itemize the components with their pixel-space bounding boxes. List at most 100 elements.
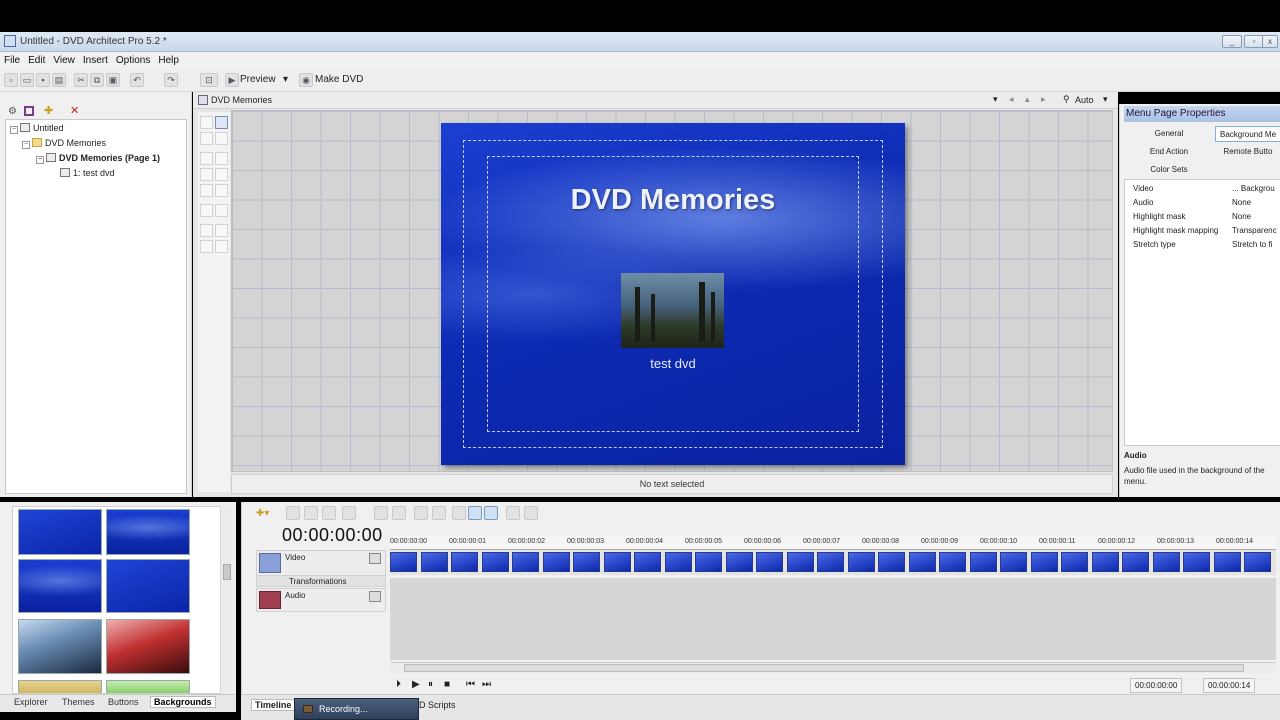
background-thumbnail[interactable] — [18, 619, 102, 674]
text-tool-icon[interactable] — [200, 132, 213, 145]
video-frame-thumbnail[interactable] — [786, 552, 814, 572]
maximize-button[interactable]: ▫ — [1244, 35, 1264, 48]
selection-end-time[interactable]: 00:00:00:14 — [1203, 678, 1256, 693]
background-thumbnail[interactable] — [106, 559, 190, 613]
background-thumbnail[interactable] — [18, 559, 102, 613]
menu-insert[interactable]: Insert — [79, 52, 112, 69]
go-to-end-icon[interactable]: ⏭ — [482, 679, 491, 690]
scrollbar-thumb[interactable] — [223, 564, 231, 580]
video-frame-thumbnail[interactable] — [817, 552, 844, 572]
copy-icon[interactable]: ⧉ — [90, 73, 104, 87]
video-frame-thumbnail[interactable] — [451, 552, 478, 572]
play-icon[interactable]: ▶ — [412, 679, 420, 690]
center-h-icon[interactable] — [200, 240, 213, 253]
button-thumbnail[interactable] — [621, 273, 724, 348]
open-icon[interactable]: ▭ — [20, 73, 34, 87]
select-tool-icon[interactable] — [200, 116, 213, 129]
video-frame-thumbnail[interactable] — [1152, 552, 1180, 572]
tree-root[interactable]: − Untitled — [10, 123, 64, 134]
video-frame-thumbnail[interactable] — [420, 552, 448, 572]
menu-edit[interactable]: Edit — [24, 52, 49, 69]
timeline-tool-icon[interactable] — [392, 506, 406, 520]
menu-file[interactable]: File — [0, 52, 24, 69]
align-left-icon[interactable] — [200, 152, 213, 165]
video-frame-thumbnail[interactable] — [878, 552, 905, 572]
minimize-button[interactable]: _ — [1222, 35, 1242, 48]
align-middle-icon[interactable] — [215, 168, 228, 181]
video-track-header[interactable]: Video — [256, 550, 386, 576]
property-row[interactable]: Video ... Backgrou — [1125, 182, 1280, 195]
media-icon[interactable] — [24, 106, 34, 116]
menu-view[interactable]: View — [49, 52, 79, 69]
tab-color-sets[interactable]: Color Sets — [1124, 162, 1214, 178]
video-frame-thumbnail[interactable] — [725, 552, 753, 572]
fit-icon[interactable]: ⊡ — [200, 73, 218, 87]
timeline-tool-icon[interactable] — [374, 506, 388, 520]
settings-icon[interactable]: ⚙ — [8, 106, 17, 117]
align-right-icon[interactable] — [200, 184, 213, 197]
distribute-h-icon[interactable] — [200, 224, 213, 237]
video-frame-thumbnail[interactable] — [1122, 552, 1149, 572]
gallery-scrollbar[interactable] — [220, 506, 232, 694]
background-thumbnail[interactable] — [106, 619, 190, 674]
up-icon[interactable]: ▴ — [1025, 94, 1030, 105]
align-center-icon[interactable] — [200, 168, 213, 181]
preview-icon[interactable]: ▶ — [225, 73, 239, 87]
cut-icon[interactable]: ✂ — [74, 73, 88, 87]
go-to-start-icon[interactable]: ⏮ — [466, 679, 475, 690]
grid-tool-icon[interactable] — [215, 116, 228, 129]
save-icon[interactable]: ▪ — [36, 73, 50, 87]
video-frame-thumbnail[interactable] — [634, 552, 661, 572]
timeline-tool-icon[interactable] — [304, 506, 318, 520]
property-row[interactable]: Audio None — [1125, 196, 1280, 209]
button-label[interactable]: test dvd — [441, 356, 905, 371]
add-track-icon[interactable]: ✚▾ — [256, 508, 269, 519]
video-frame-thumbnail[interactable] — [939, 552, 966, 572]
pause-icon[interactable]: ⏸ — [428, 679, 433, 690]
video-frame-thumbnail[interactable] — [390, 552, 417, 572]
property-row[interactable]: Stretch type Stretch to fi — [1125, 238, 1280, 251]
video-frame-thumbnail[interactable] — [847, 552, 875, 572]
timeline-scrollbar[interactable] — [390, 662, 1276, 673]
zoom-icon[interactable]: ⚲ — [1063, 94, 1070, 105]
timeline-tool-icon[interactable] — [432, 506, 446, 520]
same-width-icon[interactable] — [200, 204, 213, 217]
collapse-icon[interactable]: − — [10, 126, 18, 134]
track-menu-icon[interactable] — [369, 553, 381, 564]
property-value[interactable]: ... Backgrou — [1232, 182, 1275, 195]
menu-title-text[interactable]: DVD Memories — [441, 184, 905, 217]
timeline-ruler[interactable]: 00:00:00:00 00:00:00:01 00:00:00:02 00:00:0… — [390, 536, 1276, 550]
align-bottom-icon[interactable] — [215, 184, 228, 197]
timeline-tool-icon[interactable] — [342, 506, 356, 520]
timeline-tool-icon[interactable] — [414, 506, 428, 520]
zoom-dropdown-icon[interactable]: ▾ — [1103, 94, 1108, 105]
background-thumbnail[interactable] — [18, 509, 102, 555]
tab-buttons[interactable]: Buttons — [108, 697, 139, 707]
video-frame-thumbnail[interactable] — [1030, 552, 1058, 572]
delete-icon[interactable]: ✕ — [70, 104, 79, 117]
video-frame-thumbnail[interactable] — [1213, 552, 1241, 572]
menu-canvas[interactable]: DVD Memories test dvd — [231, 110, 1113, 472]
background-thumbnail[interactable] — [106, 680, 190, 693]
center-v-icon[interactable] — [215, 240, 228, 253]
snap-icon[interactable] — [468, 506, 482, 520]
close-button[interactable]: x — [1262, 35, 1278, 48]
property-value[interactable]: None — [1232, 196, 1251, 209]
property-value[interactable]: None — [1232, 210, 1251, 223]
video-frame-thumbnail[interactable] — [481, 552, 509, 572]
link-tool-icon[interactable] — [215, 132, 228, 145]
stop-icon[interactable]: ■ — [444, 679, 450, 690]
property-row[interactable]: Highlight mask mapping Transparenc — [1125, 224, 1280, 237]
timeline-timecode[interactable]: 00:00:00:00 — [282, 525, 383, 546]
video-frame-thumbnail[interactable] — [1091, 552, 1119, 572]
tree-item-dvd-memories[interactable]: − DVD Memories — [22, 138, 106, 149]
tab-remote-buttons[interactable]: Remote Butto — [1215, 144, 1280, 160]
same-height-icon[interactable] — [215, 204, 228, 217]
menu-page-preview[interactable]: DVD Memories test dvd — [441, 123, 905, 465]
recording-indicator[interactable]: Recording... — [294, 698, 419, 720]
tree-item-menu-page[interactable]: − DVD Memories (Page 1) — [36, 153, 160, 164]
property-row[interactable]: Highlight mask None — [1125, 210, 1280, 223]
video-frame-thumbnail[interactable] — [1061, 552, 1088, 572]
paste-icon[interactable]: ▣ — [106, 73, 120, 87]
align-top-icon[interactable] — [215, 152, 228, 165]
